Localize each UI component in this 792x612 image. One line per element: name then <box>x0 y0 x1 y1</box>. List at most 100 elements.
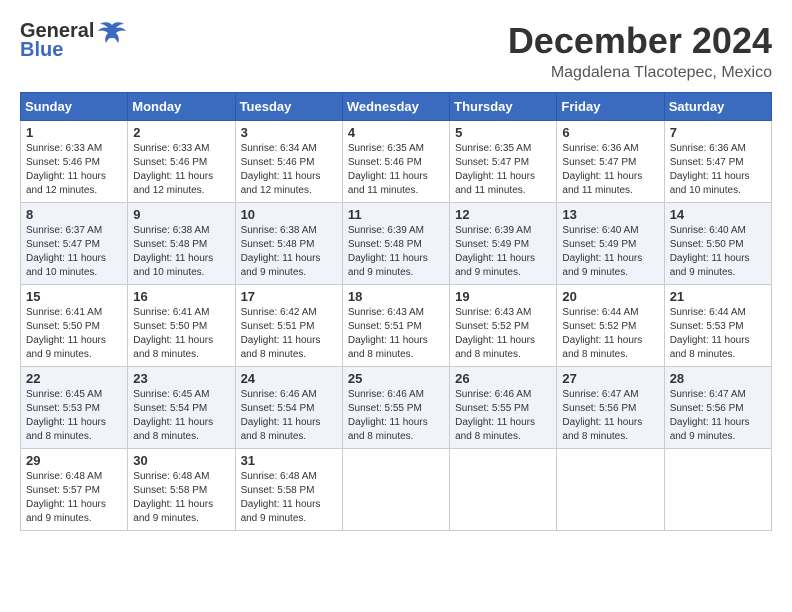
calendar-cell: 4Sunrise: 6:35 AM Sunset: 5:46 PM Daylig… <box>342 121 449 203</box>
day-info: Sunrise: 6:46 AM Sunset: 5:55 PM Dayligh… <box>455 388 551 444</box>
calendar-cell: 25 Sunrise: 6:46 AM Sunset: 5:55 PM Dayli… <box>342 367 449 449</box>
calendar-cell: 5 Sunrise: 6:35 AM Sunset: 5:47 PM Daylig… <box>450 121 557 203</box>
logo-bird-icon <box>98 21 126 43</box>
day-info: Sunrise: 6:48 AM Sunset: 5:58 PM Dayligh… <box>241 470 337 526</box>
day-number: 1 <box>26 125 122 140</box>
day-number: 23 <box>133 371 229 386</box>
calendar-cell: 30 Sunrise: 6:48 AM Sunset: 5:58 PM Dayli… <box>128 449 235 531</box>
day-info: Sunrise: 6:33 AM Sunset: 5:46 PM Dayligh… <box>133 142 229 198</box>
day-number: 10 <box>241 207 337 222</box>
day-number: 11 <box>348 207 444 222</box>
calendar-cell <box>450 449 557 531</box>
day-number: 5 <box>455 125 551 140</box>
day-info: Sunrise: 6:34 AM Sunset: 5:46 PM Dayligh… <box>241 142 337 198</box>
calendar-cell: 31 Sunrise: 6:48 AM Sunset: 5:58 PM Dayli… <box>235 449 342 531</box>
weekday-header-monday: Monday <box>128 93 235 121</box>
day-number: 22 <box>26 371 122 386</box>
calendar-cell: 24Sunrise: 6:46 AM Sunset: 5:54 PM Dayli… <box>235 367 342 449</box>
day-info: Sunrise: 6:43 AM Sunset: 5:51 PM Dayligh… <box>348 306 444 362</box>
title-block: December 2024 Magdalena Tlacotepec, Mexi… <box>508 20 772 82</box>
day-number: 25 <box>348 371 444 386</box>
calendar-cell: 28Sunrise: 6:47 AM Sunset: 5:56 PM Dayli… <box>664 367 771 449</box>
day-info: Sunrise: 6:45 AM Sunset: 5:54 PM Dayligh… <box>133 388 229 444</box>
calendar-cell: 12 Sunrise: 6:39 AM Sunset: 5:49 PM Dayli… <box>450 203 557 285</box>
day-info: Sunrise: 6:43 AM Sunset: 5:52 PM Dayligh… <box>455 306 551 362</box>
day-info: Sunrise: 6:41 AM Sunset: 5:50 PM Dayligh… <box>26 306 122 362</box>
day-info: Sunrise: 6:38 AM Sunset: 5:48 PM Dayligh… <box>241 224 337 280</box>
calendar-week-1: 1 Sunrise: 6:33 AM Sunset: 5:46 PM Daylig… <box>21 121 772 203</box>
calendar-cell: 23 Sunrise: 6:45 AM Sunset: 5:54 PM Dayli… <box>128 367 235 449</box>
calendar-week-2: 8Sunrise: 6:37 AM Sunset: 5:47 PM Daylig… <box>21 203 772 285</box>
day-number: 14 <box>670 207 766 222</box>
calendar-cell <box>664 449 771 531</box>
day-number: 31 <box>241 453 337 468</box>
logo-blue-text: Blue <box>20 39 63 62</box>
calendar-cell: 19 Sunrise: 6:43 AM Sunset: 5:52 PM Dayli… <box>450 285 557 367</box>
calendar-cell: 17 Sunrise: 6:42 AM Sunset: 5:51 PM Dayli… <box>235 285 342 367</box>
day-info: Sunrise: 6:33 AM Sunset: 5:46 PM Dayligh… <box>26 142 122 198</box>
calendar-cell: 16Sunrise: 6:41 AM Sunset: 5:50 PM Dayli… <box>128 285 235 367</box>
day-number: 15 <box>26 289 122 304</box>
day-number: 13 <box>562 207 658 222</box>
day-info: Sunrise: 6:38 AM Sunset: 5:48 PM Dayligh… <box>133 224 229 280</box>
day-number: 27 <box>562 371 658 386</box>
day-info: Sunrise: 6:37 AM Sunset: 5:47 PM Dayligh… <box>26 224 122 280</box>
calendar-cell: 10 Sunrise: 6:38 AM Sunset: 5:48 PM Dayli… <box>235 203 342 285</box>
day-info: Sunrise: 6:46 AM Sunset: 5:55 PM Dayligh… <box>348 388 444 444</box>
weekday-header-saturday: Saturday <box>664 93 771 121</box>
day-number: 17 <box>241 289 337 304</box>
calendar-cell: 11 Sunrise: 6:39 AM Sunset: 5:48 PM Dayli… <box>342 203 449 285</box>
day-number: 19 <box>455 289 551 304</box>
calendar-cell: 27 Sunrise: 6:47 AM Sunset: 5:56 PM Dayli… <box>557 367 664 449</box>
day-info: Sunrise: 6:42 AM Sunset: 5:51 PM Dayligh… <box>241 306 337 362</box>
day-info: Sunrise: 6:47 AM Sunset: 5:56 PM Dayligh… <box>562 388 658 444</box>
calendar-cell: 6 Sunrise: 6:36 AM Sunset: 5:47 PM Daylig… <box>557 121 664 203</box>
calendar-header-row: SundayMondayTuesdayWednesdayThursdayFrid… <box>21 93 772 121</box>
day-number: 12 <box>455 207 551 222</box>
calendar-table: SundayMondayTuesdayWednesdayThursdayFrid… <box>20 92 772 531</box>
day-info: Sunrise: 6:39 AM Sunset: 5:48 PM Dayligh… <box>348 224 444 280</box>
day-number: 30 <box>133 453 229 468</box>
calendar-week-3: 15 Sunrise: 6:41 AM Sunset: 5:50 PM Dayli… <box>21 285 772 367</box>
day-number: 6 <box>562 125 658 140</box>
day-number: 26 <box>455 371 551 386</box>
calendar-cell <box>342 449 449 531</box>
day-number: 29 <box>26 453 122 468</box>
day-info: Sunrise: 6:35 AM Sunset: 5:46 PM Dayligh… <box>348 142 444 198</box>
calendar-body: 1 Sunrise: 6:33 AM Sunset: 5:46 PM Daylig… <box>21 121 772 531</box>
day-number: 24 <box>241 371 337 386</box>
day-info: Sunrise: 6:40 AM Sunset: 5:49 PM Dayligh… <box>562 224 658 280</box>
day-info: Sunrise: 6:44 AM Sunset: 5:53 PM Dayligh… <box>670 306 766 362</box>
calendar-cell: 2 Sunrise: 6:33 AM Sunset: 5:46 PM Daylig… <box>128 121 235 203</box>
day-info: Sunrise: 6:48 AM Sunset: 5:57 PM Dayligh… <box>26 470 122 526</box>
weekday-header-wednesday: Wednesday <box>342 93 449 121</box>
day-number: 9 <box>133 207 229 222</box>
calendar-cell <box>557 449 664 531</box>
calendar-cell: 9 Sunrise: 6:38 AM Sunset: 5:48 PM Daylig… <box>128 203 235 285</box>
location-subtitle: Magdalena Tlacotepec, Mexico <box>508 64 772 82</box>
month-title: December 2024 <box>508 20 772 62</box>
calendar-cell: 20Sunrise: 6:44 AM Sunset: 5:52 PM Dayli… <box>557 285 664 367</box>
logo: General Blue <box>20 20 126 62</box>
calendar-cell: 3 Sunrise: 6:34 AM Sunset: 5:46 PM Daylig… <box>235 121 342 203</box>
day-info: Sunrise: 6:44 AM Sunset: 5:52 PM Dayligh… <box>562 306 658 362</box>
weekday-header-thursday: Thursday <box>450 93 557 121</box>
calendar-cell: 14Sunrise: 6:40 AM Sunset: 5:50 PM Dayli… <box>664 203 771 285</box>
calendar-cell: 15 Sunrise: 6:41 AM Sunset: 5:50 PM Dayli… <box>21 285 128 367</box>
day-number: 2 <box>133 125 229 140</box>
calendar-cell: 18Sunrise: 6:43 AM Sunset: 5:51 PM Dayli… <box>342 285 449 367</box>
calendar-cell: 26 Sunrise: 6:46 AM Sunset: 5:55 PM Dayli… <box>450 367 557 449</box>
day-info: Sunrise: 6:39 AM Sunset: 5:49 PM Dayligh… <box>455 224 551 280</box>
day-number: 16 <box>133 289 229 304</box>
calendar-cell: 29 Sunrise: 6:48 AM Sunset: 5:57 PM Dayli… <box>21 449 128 531</box>
weekday-header-sunday: Sunday <box>21 93 128 121</box>
day-number: 21 <box>670 289 766 304</box>
day-info: Sunrise: 6:35 AM Sunset: 5:47 PM Dayligh… <box>455 142 551 198</box>
weekday-header-friday: Friday <box>557 93 664 121</box>
day-info: Sunrise: 6:47 AM Sunset: 5:56 PM Dayligh… <box>670 388 766 444</box>
day-number: 7 <box>670 125 766 140</box>
calendar-week-4: 22Sunrise: 6:45 AM Sunset: 5:53 PM Dayli… <box>21 367 772 449</box>
day-info: Sunrise: 6:48 AM Sunset: 5:58 PM Dayligh… <box>133 470 229 526</box>
day-number: 3 <box>241 125 337 140</box>
day-info: Sunrise: 6:36 AM Sunset: 5:47 PM Dayligh… <box>562 142 658 198</box>
